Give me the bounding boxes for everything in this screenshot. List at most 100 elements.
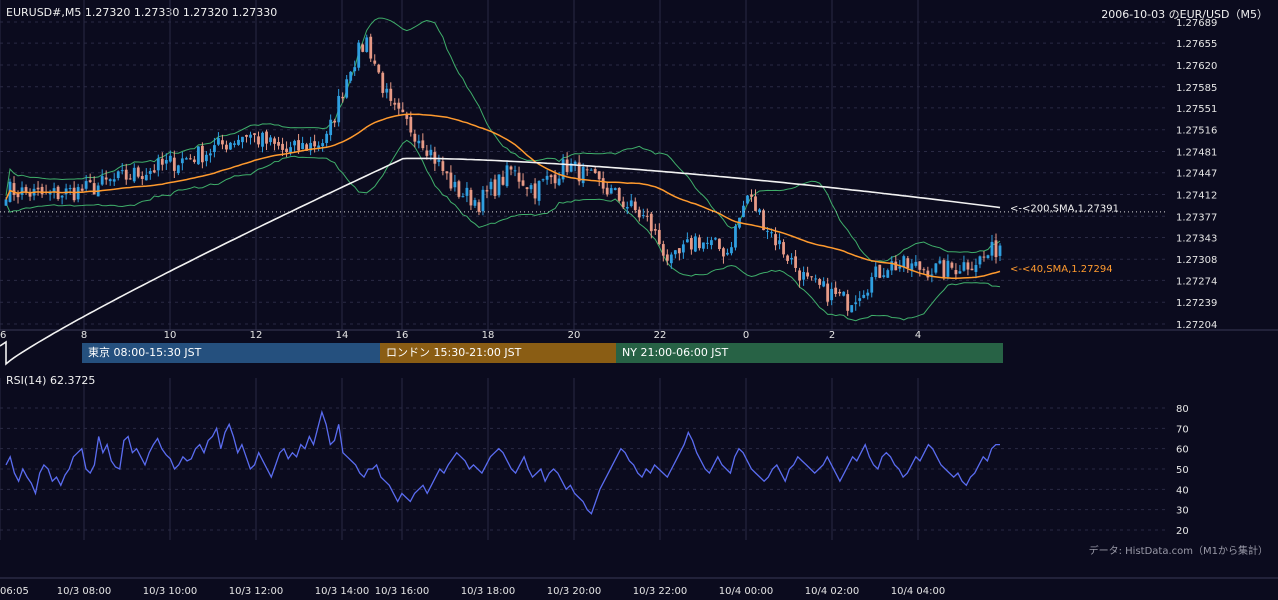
time-tick-label: 06:05 <box>0 586 29 597</box>
candle-body <box>409 116 413 133</box>
candle-body <box>818 279 822 285</box>
candle-body <box>645 215 649 217</box>
candle-body <box>72 187 76 201</box>
candle-body <box>685 239 689 243</box>
candle-body <box>878 264 882 278</box>
candle-body <box>40 186 44 195</box>
price-tick-label: 1.27620 <box>1176 61 1217 72</box>
candle-body <box>958 271 962 274</box>
candle-body <box>156 158 160 171</box>
candle-body <box>381 72 385 93</box>
candle-body <box>730 247 733 254</box>
price-tick-label: 1.27204 <box>1176 320 1217 331</box>
candle-body <box>473 200 477 206</box>
candle-body <box>301 143 304 149</box>
candle-body <box>998 245 1002 256</box>
candle-body <box>196 146 200 165</box>
candle-body <box>641 215 645 217</box>
candle-body <box>669 254 673 264</box>
candle-body <box>750 194 753 197</box>
candle-body <box>128 178 132 180</box>
candle-body <box>930 274 934 276</box>
candle-body <box>830 288 834 301</box>
rsi-tick-label: 30 <box>1176 506 1189 517</box>
candle-body <box>76 187 80 200</box>
candle-body <box>946 260 950 277</box>
candle-body <box>677 248 681 254</box>
candle-body <box>938 260 942 264</box>
candle-body <box>846 294 850 311</box>
candle-body <box>850 305 854 313</box>
candle-body <box>168 155 172 162</box>
candle-body <box>92 183 96 195</box>
candle-body <box>557 178 561 185</box>
candle-body <box>221 140 224 145</box>
candle-body <box>517 172 521 182</box>
candle-body <box>633 201 637 211</box>
candle-body <box>513 170 517 172</box>
candle-body <box>297 140 300 151</box>
candle-body <box>834 287 838 294</box>
candle-body <box>593 169 597 173</box>
candle-body <box>493 179 497 196</box>
candle-body <box>24 187 28 192</box>
time-tick-label: 10/3 22:00 <box>633 586 687 597</box>
candle-body <box>36 187 40 190</box>
candle-body <box>974 265 978 272</box>
candle-body <box>80 188 84 191</box>
candle-body <box>910 263 914 271</box>
candle-body <box>533 183 537 199</box>
candle-body <box>180 158 184 164</box>
bollinger-upper-line <box>5 17 1001 263</box>
candle-body <box>449 172 453 189</box>
candle-body <box>866 292 870 296</box>
candle-body <box>814 278 818 280</box>
candle-body <box>673 250 677 255</box>
candle-body <box>52 188 56 192</box>
candle-body <box>982 256 986 258</box>
candle-body <box>950 262 954 268</box>
price-tick-label: 1.27274 <box>1176 276 1217 287</box>
hour-tick-label: 18 <box>482 330 495 341</box>
candle-body <box>657 229 661 244</box>
candle-body <box>152 170 156 173</box>
candle-body <box>806 272 810 277</box>
candle-body <box>906 258 910 268</box>
candle-body <box>265 131 268 144</box>
candle-body <box>613 188 617 190</box>
candle-body <box>425 150 429 156</box>
candle-body <box>140 176 144 179</box>
candle-body <box>277 142 280 146</box>
price-tick-label: 1.27447 <box>1176 169 1217 180</box>
candle-body <box>597 171 601 180</box>
candle-body <box>325 133 329 144</box>
session-london: ロンドン 15:30-21:00 JST <box>380 343 616 363</box>
candle-body <box>545 175 549 180</box>
candle-body <box>718 238 721 250</box>
candle-body <box>257 136 260 145</box>
candle-body <box>144 174 148 181</box>
candle-body <box>421 140 425 149</box>
candle-body <box>697 237 701 249</box>
candle-body <box>585 169 589 171</box>
candle-body <box>497 174 501 196</box>
candle-body <box>397 102 401 109</box>
candle-body <box>822 281 826 287</box>
candle-body <box>209 153 212 156</box>
price-tick-label: 1.27343 <box>1176 233 1217 244</box>
candle-body <box>112 179 116 182</box>
candle-body <box>722 248 725 257</box>
price-tick-label: 1.27239 <box>1176 298 1217 309</box>
candle-body <box>261 132 264 147</box>
candle-body <box>253 133 256 135</box>
candle-body <box>826 283 830 302</box>
candle-body <box>874 266 878 278</box>
candle-body <box>148 171 152 174</box>
candle-body <box>192 159 196 162</box>
time-tick-label: 10/4 02:00 <box>805 586 859 597</box>
candle-body <box>549 175 553 178</box>
price-tick-label: 1.27377 <box>1176 212 1217 223</box>
candle-body <box>770 232 773 234</box>
candle-body <box>357 42 361 68</box>
time-tick-label: 10/3 10:00 <box>143 586 197 597</box>
